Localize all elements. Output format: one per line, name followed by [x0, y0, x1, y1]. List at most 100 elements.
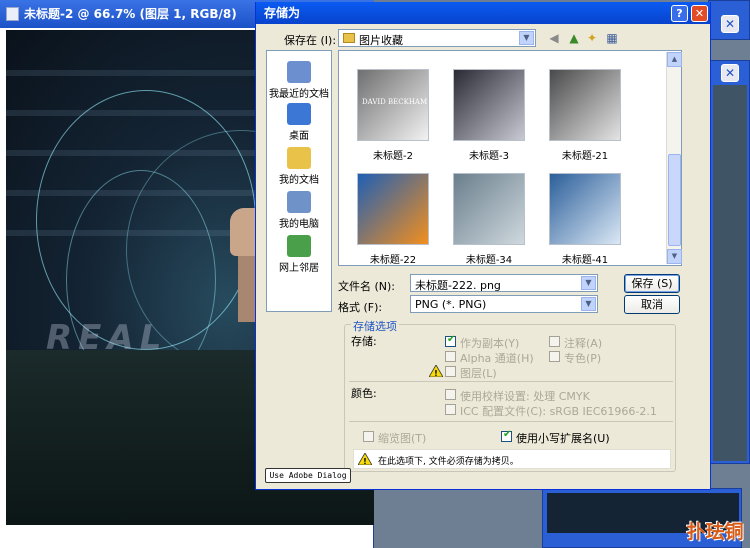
- new-folder-icon[interactable]: ✦: [584, 30, 600, 46]
- file-item[interactable]: 未标题-3: [441, 65, 537, 169]
- cancel-button[interactable]: 取消: [624, 295, 680, 314]
- scroll-down-icon[interactable]: ▼: [667, 249, 682, 264]
- warning-text: 在此选项下, 文件必须存储为拷贝。: [378, 457, 519, 467]
- filename-input[interactable]: 未标题-222. png ▼: [410, 274, 598, 292]
- file-item[interactable]: 未标题-34: [441, 169, 537, 273]
- view-menu-icon[interactable]: ▦: [602, 30, 622, 46]
- check-icon: ✔: [503, 429, 512, 440]
- save-in-dropdown[interactable]: 图片收藏 ▼: [338, 29, 536, 47]
- dialog-title[interactable]: 存储为: [256, 2, 710, 24]
- chevron-down-icon[interactable]: ▼: [519, 31, 534, 45]
- proof-label: 使用校样设置: 处理 CMYK: [460, 390, 590, 403]
- divider: [349, 381, 673, 382]
- folder-icon: [343, 33, 355, 43]
- scroll-up-icon[interactable]: ▲: [667, 52, 682, 67]
- place-desktop[interactable]: 桌面: [267, 101, 331, 143]
- file-name: 未标题-34: [465, 255, 513, 266]
- player-arm: [238, 252, 256, 322]
- side-window-middle: ✕: [708, 60, 750, 464]
- spot-checkbox[interactable]: [549, 351, 560, 362]
- lowercase-ext-label: 使用小写扩展名(U): [516, 432, 610, 445]
- close-icon[interactable]: ✕: [721, 15, 739, 33]
- check-icon: ✔: [447, 334, 456, 345]
- file-item[interactable]: 未标题-21: [537, 65, 633, 169]
- network-icon: [287, 235, 311, 257]
- icc-label: ICC 配置文件(C): sRGB IEC61966-2.1: [460, 405, 657, 418]
- close-button[interactable]: ✕: [691, 5, 708, 22]
- file-name: 未标题-21: [561, 151, 609, 162]
- file-name: 未标题-22: [369, 255, 417, 266]
- place-label: 桌面: [289, 131, 309, 142]
- save-in-value: 图片收藏: [359, 34, 403, 47]
- svg-text:!: !: [363, 457, 367, 465]
- save-in-label: 保存在 (I):: [284, 34, 337, 47]
- alpha-checkbox[interactable]: [445, 351, 456, 362]
- place-label: 网上邻居: [279, 263, 319, 274]
- thumbnail-label: 缩览图(T): [378, 432, 427, 445]
- file-thumbnail: [549, 173, 621, 245]
- layers-label: 图层(L): [460, 367, 497, 380]
- chevron-down-icon[interactable]: ▼: [581, 297, 596, 311]
- icc-checkbox[interactable]: [445, 404, 456, 415]
- place-label: 我的电脑: [279, 219, 319, 230]
- proof-checkbox[interactable]: [445, 389, 456, 400]
- alpha-label: Alpha 通道(H): [460, 352, 534, 365]
- desktop-icon: [287, 103, 311, 125]
- color-label: 颜色:: [351, 387, 377, 400]
- divider: [349, 421, 673, 422]
- file-item[interactable]: 未标题-22: [345, 169, 441, 273]
- canvas-watermark: REAL: [46, 318, 168, 358]
- place-recent[interactable]: 我最近的文档: [267, 59, 331, 101]
- lowercase-ext-checkbox[interactable]: ✔: [501, 429, 512, 442]
- file-thumbnail: [549, 69, 621, 141]
- annotations-label: 注释(A): [564, 337, 603, 350]
- back-icon[interactable]: ◀: [546, 30, 562, 46]
- svg-text:!: !: [434, 369, 438, 377]
- storage-label: 存储:: [351, 335, 377, 348]
- up-folder-icon[interactable]: ▲: [566, 30, 582, 46]
- place-network[interactable]: 网上邻居: [267, 233, 331, 275]
- file-list-scrollbar[interactable]: ▲ ▼: [666, 52, 682, 264]
- place-my-documents[interactable]: 我的文档: [267, 145, 331, 187]
- save-button[interactable]: 保存 (S): [624, 274, 680, 293]
- chevron-down-icon[interactable]: ▼: [581, 276, 596, 290]
- recent-docs-icon: [287, 61, 311, 83]
- file-item[interactable]: DAVID BECKHAM 未标题-2: [345, 65, 441, 169]
- thumbnail-checkbox[interactable]: [363, 431, 374, 442]
- side-window-top: ✕: [708, 0, 750, 40]
- file-list[interactable]: DAVID BECKHAM 未标题-2 未标题-3 未标题-21 未标题-22 …: [338, 50, 682, 266]
- file-item[interactable]: 未标题-41: [537, 169, 633, 273]
- close-icon[interactable]: ✕: [721, 64, 739, 82]
- scroll-thumb[interactable]: [668, 154, 681, 246]
- use-adobe-dialog-button[interactable]: Use Adobe Dialog: [265, 468, 351, 483]
- spot-label: 专色(P): [564, 352, 602, 365]
- save-options-legend: 存储选项: [351, 318, 399, 334]
- file-name: 未标题-2: [373, 151, 413, 162]
- as-copy-label: 作为副本(Y): [460, 337, 520, 350]
- document-icon: [6, 7, 19, 21]
- filename-label: 文件名 (N):: [338, 280, 396, 293]
- place-my-computer[interactable]: 我的电脑: [267, 189, 331, 231]
- format-dropdown[interactable]: PNG (*. PNG) ▼: [410, 295, 598, 313]
- save-as-dialog: 存储为 ? ✕ 保存在 (I): 图片收藏 ▼ ◀ ▲ ✦ ▦ 我最近的文档 桌…: [255, 2, 711, 490]
- file-thumbnail: [453, 69, 525, 141]
- my-documents-icon: [287, 147, 311, 169]
- layers-checkbox[interactable]: [445, 366, 456, 377]
- as-copy-checkbox[interactable]: ✔: [445, 334, 456, 347]
- place-label: 我最近的文档: [269, 89, 329, 100]
- file-thumbnail: [357, 173, 429, 245]
- filename-value: 未标题-222. png: [415, 279, 501, 292]
- thumbnail-text: DAVID BECKHAM: [362, 98, 428, 106]
- file-name: 未标题-3: [469, 151, 509, 162]
- file-name: 未标题-41: [561, 255, 609, 266]
- help-button[interactable]: ?: [671, 5, 688, 22]
- warning-icon: !: [358, 453, 372, 465]
- places-bar: 我最近的文档 桌面 我的文档 我的电脑 网上邻居: [266, 50, 332, 312]
- file-thumbnail: DAVID BECKHAM: [357, 69, 429, 141]
- save-options-group: 存储选项 存储: ✔ 作为副本(Y) 注释(A) Alpha 通道(H) 专色(…: [344, 318, 676, 472]
- side-window-content: [713, 85, 747, 461]
- annotations-checkbox[interactable]: [549, 336, 560, 347]
- format-value: PNG (*. PNG): [415, 298, 487, 311]
- place-label: 我的文档: [279, 175, 319, 186]
- warning-box: ! 在此选项下, 文件必须存储为拷贝。: [353, 449, 671, 469]
